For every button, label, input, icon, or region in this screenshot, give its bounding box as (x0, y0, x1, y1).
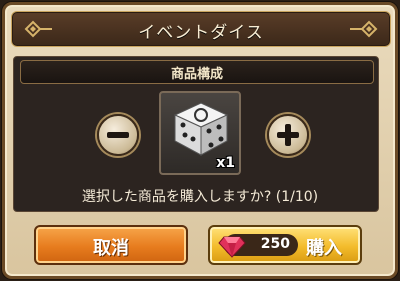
item-quantity: x1 (216, 155, 235, 171)
ornament-right-icon (350, 20, 378, 38)
price-tag: 250 (218, 234, 298, 258)
dialog-title: イベントダイス (138, 23, 264, 43)
increase-quantity-button[interactable] (267, 114, 309, 156)
confirm-message: 選択した商品を購入しますか? (1/10) (81, 189, 319, 205)
ruby-gem-icon (218, 236, 246, 258)
cancel-button-label: 取消 (93, 238, 129, 259)
section-header: 商品構成 (20, 60, 374, 84)
buy-button-label: 購入 (306, 238, 342, 259)
item-slot: x1 (159, 91, 241, 175)
dice-icon (173, 102, 229, 156)
decrease-quantity-button[interactable] (97, 114, 139, 156)
section-header-label: 商品構成 (170, 67, 223, 82)
minus-icon (107, 132, 129, 138)
price-value: 250 (260, 236, 290, 252)
title-bar: イベントダイス (11, 11, 391, 47)
plus-icon-vertical (285, 124, 291, 146)
cancel-button[interactable]: 取消 (34, 225, 188, 265)
buy-button[interactable]: 250 購入 (208, 225, 362, 265)
